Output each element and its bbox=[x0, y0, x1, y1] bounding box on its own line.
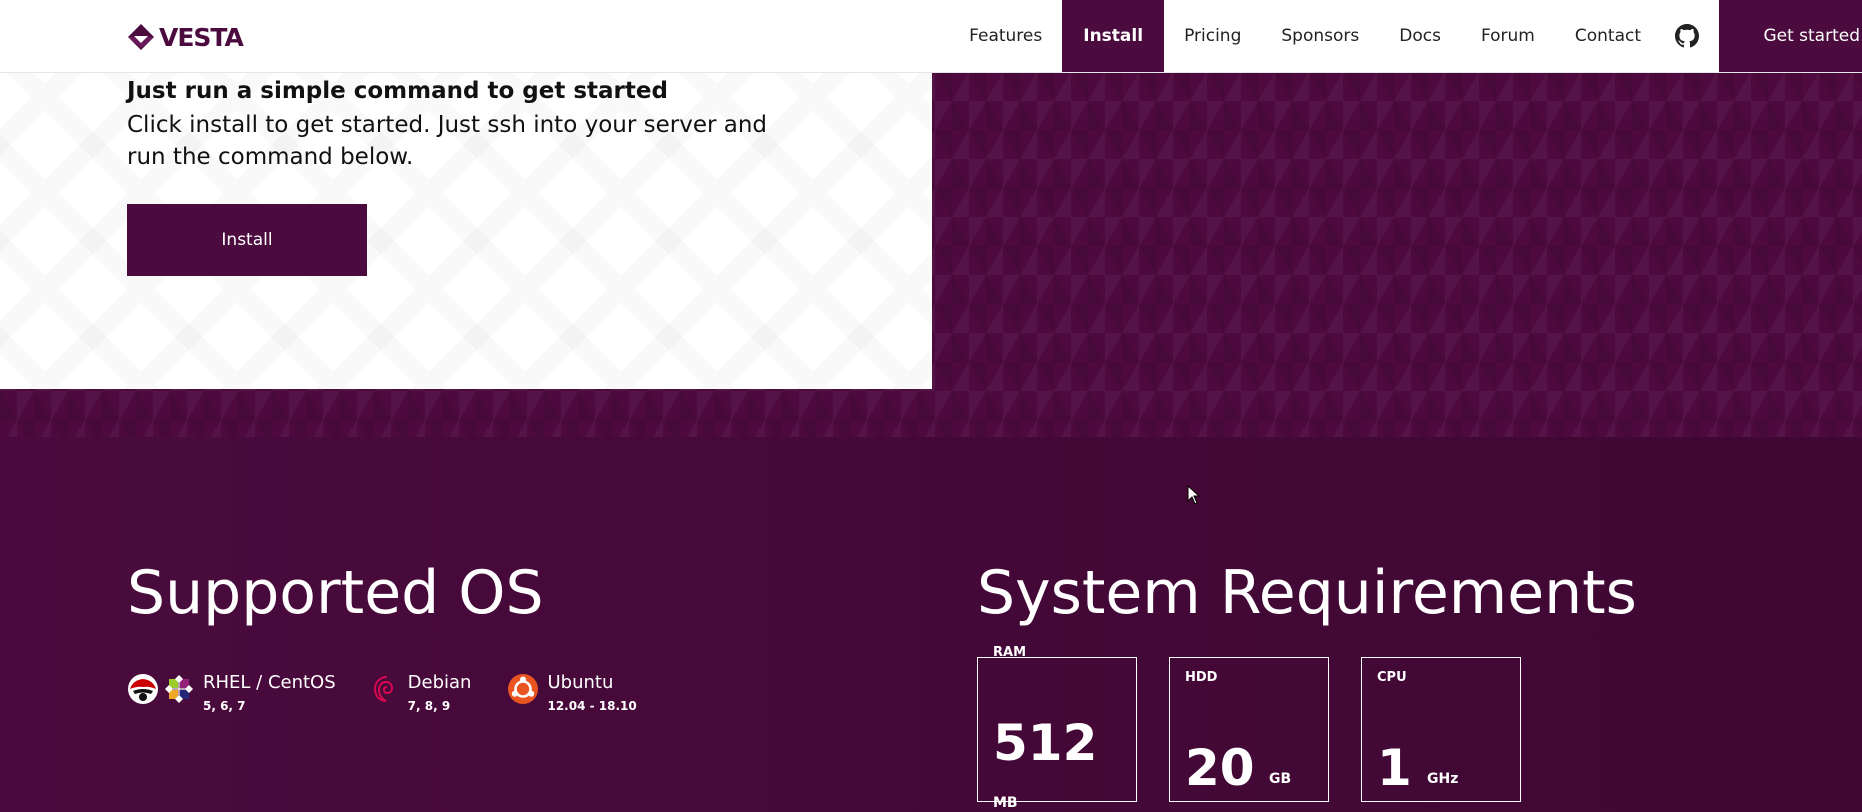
nav-features[interactable]: Features bbox=[949, 0, 1062, 72]
vesta-logo[interactable]: VESTA bbox=[127, 22, 244, 52]
redhat-icon bbox=[128, 674, 158, 704]
nav-pricing[interactable]: Pricing bbox=[1164, 0, 1261, 72]
requirement-ram-value: 512 bbox=[993, 714, 1098, 772]
vesta-diamond-icon bbox=[128, 24, 154, 50]
requirement-cpu-unit: GHz bbox=[1427, 771, 1459, 787]
nav-install[interactable]: Install bbox=[1062, 0, 1165, 72]
centos-icon bbox=[165, 675, 193, 703]
requirement-ram-unit: MB bbox=[993, 795, 1018, 811]
debian-icon bbox=[373, 676, 393, 702]
get-started-button[interactable]: Get started bbox=[1719, 0, 1862, 72]
os-versions-ubuntu: 12.04 - 18.10 bbox=[547, 699, 637, 713]
hero-description: Click install to get started. Just ssh i… bbox=[127, 112, 768, 170]
nav-github[interactable] bbox=[1661, 0, 1719, 72]
os-name-debian: Debian bbox=[407, 672, 472, 693]
system-requirements-heading: System Requirements bbox=[977, 558, 1637, 628]
os-versions-rhel: 5, 6, 7 bbox=[203, 699, 246, 713]
logo-text: VESTA bbox=[159, 22, 244, 52]
nav-forum[interactable]: Forum bbox=[1461, 0, 1555, 72]
requirement-ram-label: RAM bbox=[993, 645, 1027, 660]
os-name-rhel: RHEL / CentOS bbox=[203, 672, 336, 693]
os-item-debian: Debian 7, 8, 9 bbox=[372, 672, 472, 713]
site-header: VESTA Features Install Pricing Sponsors … bbox=[0, 0, 1862, 73]
os-item-rhel-centos: RHEL / CentOS 5, 6, 7 bbox=[127, 673, 336, 713]
os-item-ubuntu: Ubuntu 12.04 - 18.10 bbox=[507, 672, 637, 713]
install-button[interactable]: Install bbox=[127, 204, 367, 276]
requirement-hdd-value: 20 bbox=[1185, 739, 1255, 797]
ubuntu-icon bbox=[508, 674, 539, 704]
nav-contact[interactable]: Contact bbox=[1555, 0, 1661, 72]
os-name-ubuntu: Ubuntu bbox=[547, 672, 614, 693]
os-list: RHEL / CentOS 5, 6, 7 Debian 7, 8, 9 Ubu bbox=[127, 673, 637, 713]
get-started-label: Get started bbox=[1763, 26, 1860, 46]
github-icon bbox=[1675, 24, 1699, 48]
supported-os-heading: Supported OS bbox=[127, 558, 544, 628]
hero-title: Just run a simple command to get started bbox=[127, 78, 668, 104]
requirement-hdd-unit: GB bbox=[1269, 771, 1292, 787]
os-versions-debian: 7, 8, 9 bbox=[407, 699, 451, 713]
nav-docs[interactable]: Docs bbox=[1379, 0, 1461, 72]
nav-sponsors[interactable]: Sponsors bbox=[1261, 0, 1379, 72]
mouse-cursor-icon bbox=[1187, 485, 1201, 505]
requirement-cpu-value: 1 bbox=[1377, 739, 1412, 797]
main-nav: Features Install Pricing Sponsors Docs F… bbox=[949, 0, 1862, 72]
requirement-cpu-label: CPU bbox=[1377, 670, 1407, 685]
requirement-hdd-label: HDD bbox=[1185, 670, 1218, 685]
